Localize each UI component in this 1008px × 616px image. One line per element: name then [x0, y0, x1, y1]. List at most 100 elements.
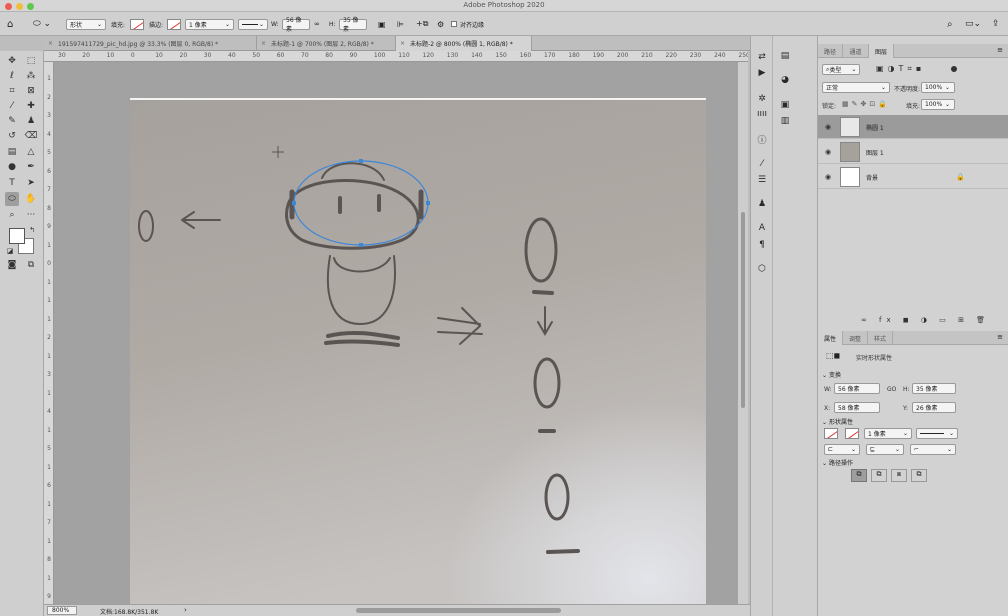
shape-width-input[interactable]: 56 像素: [834, 383, 880, 394]
zoom-tool-icon[interactable]: ⌕: [5, 208, 19, 222]
visibility-eye-icon[interactable]: ◉: [825, 148, 831, 156]
close-icon[interactable]: ×: [48, 40, 53, 47]
path-operations-icon[interactable]: ▣: [378, 17, 386, 31]
status-arrow-icon[interactable]: ›: [184, 606, 187, 614]
layer-row[interactable]: ◉ 背景 🔒: [818, 165, 1008, 189]
intersect-shapes-icon[interactable]: ⧈: [891, 469, 907, 482]
shape-fill-swatch[interactable]: [824, 428, 838, 439]
magic-wand-icon[interactable]: ⁂: [24, 69, 38, 83]
tab-document-2[interactable]: × 未标题-1 @ 700% (图层 2, RGB/8) *: [257, 36, 396, 51]
document-canvas[interactable]: [54, 62, 738, 604]
shape-stroke-swatch[interactable]: [845, 428, 859, 439]
layer-name[interactable]: 椭圆 1: [866, 123, 884, 132]
chevron-down-icon[interactable]: ⌄: [945, 101, 950, 108]
vertical-scroll-thumb[interactable]: [741, 212, 745, 408]
lasso-tool-icon[interactable]: ℓ: [5, 69, 19, 83]
adjustments-icon[interactable]: ⁄: [755, 158, 769, 170]
align-edges-toggle[interactable]: 对齐边缘: [451, 17, 484, 31]
brushes-panel-icon[interactable]: ıııı: [755, 108, 769, 120]
libraries-panel-icon[interactable]: ▣: [778, 99, 792, 111]
tab-layers[interactable]: 图层: [869, 44, 894, 58]
paragraph-panel-icon[interactable]: ¶: [755, 239, 769, 251]
canvas-area[interactable]: [54, 62, 738, 604]
path-selection-icon[interactable]: ➤: [24, 176, 38, 190]
fill-swatch[interactable]: [130, 18, 144, 30]
path-alignment-icon[interactable]: ⊫: [397, 17, 404, 31]
anchor-point-right[interactable]: [426, 201, 430, 205]
anchor-point-bottom[interactable]: [359, 243, 363, 247]
mode-select[interactable]: 形状 ⌄: [66, 18, 106, 30]
stroke-swatch[interactable]: [167, 18, 181, 30]
marquee-tool-icon[interactable]: ⬚: [24, 54, 38, 68]
stroke-caps-select[interactable]: ⊑ ⌄: [866, 444, 904, 455]
gear-icon[interactable]: ⚙: [437, 17, 444, 31]
more-tools-icon[interactable]: ···: [24, 208, 38, 222]
stroke-corners-select[interactable]: ⌐ ⌄: [910, 444, 956, 455]
subtract-shapes-icon[interactable]: ⧉: [871, 469, 887, 482]
panel-menu-icon[interactable]: ≡: [997, 46, 1003, 54]
shape-stroke-type-select[interactable]: ⌄: [916, 428, 958, 439]
eraser-icon[interactable]: ⌫: [24, 129, 38, 143]
3d-panel-icon[interactable]: ⬡: [755, 263, 769, 275]
layer-name[interactable]: 背景: [866, 173, 878, 182]
path-operations-section-header[interactable]: ⌄ 路径操作: [822, 458, 853, 467]
foreground-color-swatch[interactable]: [9, 228, 25, 244]
layer-actions-bar[interactable]: ∞ fx ◼ ◑ ▭ ⊞ 🗑: [861, 316, 990, 324]
blend-mode-select[interactable]: 正常 ⌄: [822, 82, 890, 93]
image-layer-thumbnail[interactable]: [840, 142, 860, 162]
actions-panel-icon[interactable]: ▶: [755, 67, 769, 79]
blur-tool-icon[interactable]: △: [24, 145, 38, 159]
tab-paths[interactable]: 路径: [818, 44, 843, 58]
path-arrangement-icon[interactable]: +⧉: [416, 17, 428, 31]
default-colors-icon[interactable]: ◪: [3, 244, 17, 258]
swap-colors-icon[interactable]: ↰: [25, 223, 39, 237]
horizontal-scroll-thumb[interactable]: [356, 608, 561, 613]
stroke-width-select[interactable]: 1 像素 ⌄: [185, 18, 234, 30]
home-icon[interactable]: ⌂: [7, 17, 13, 31]
history-brush-icon[interactable]: ↺: [5, 129, 19, 143]
dodge-tool-icon[interactable]: ●: [5, 160, 19, 174]
visibility-eye-icon[interactable]: ◉: [825, 173, 831, 181]
stroke-type-select[interactable]: ⌄: [238, 18, 268, 30]
shape-layer-thumbnail[interactable]: [840, 117, 860, 137]
document-size-info[interactable]: 文档:168.8K/351.8K: [100, 607, 158, 616]
link-icon[interactable]: ∞: [314, 17, 320, 31]
eyedropper-icon[interactable]: ⁄: [5, 99, 19, 113]
type-tool-icon[interactable]: T: [5, 176, 19, 190]
tab-properties[interactable]: 属性: [818, 331, 843, 345]
info-panel-icon[interactable]: ⓘ: [755, 133, 769, 146]
stamp-tool-icon[interactable]: ♟: [24, 114, 38, 128]
close-icon[interactable]: ×: [400, 40, 405, 47]
pen-tool-icon[interactable]: ✒: [24, 160, 38, 174]
chevron-down-icon[interactable]: ⌄: [945, 84, 950, 91]
anchor-point-top[interactable]: [359, 159, 363, 163]
lock-icons[interactable]: ▦✎✥⊡🔒: [842, 100, 890, 108]
layer-filter-icons[interactable]: ▣◑T⌗▪: [876, 64, 925, 74]
quick-mask-icon[interactable]: ◙: [5, 258, 19, 272]
layer-filter-select[interactable]: ⌕ 类型 ⌄: [822, 64, 861, 75]
exclude-shapes-icon[interactable]: ⧉: [911, 469, 927, 482]
filter-toggle-icon[interactable]: [951, 66, 957, 72]
combine-shapes-icon[interactable]: ⧉: [851, 469, 867, 482]
workspace-icon[interactable]: ▭⌄: [965, 17, 981, 31]
height-input[interactable]: 35 像素: [339, 17, 367, 33]
vertical-scrollbar[interactable]: [738, 62, 748, 604]
layer-row[interactable]: ◉ 图层 1: [818, 140, 1008, 164]
ellipse-tool-icon[interactable]: ⬭: [5, 192, 19, 206]
share-icon[interactable]: ⇪: [992, 17, 1000, 31]
anchor-point-left[interactable]: [292, 201, 296, 205]
stroke-align-select[interactable]: ⊏ ⌄: [824, 444, 860, 455]
tab-styles[interactable]: 样式: [868, 331, 893, 345]
background-layer-thumbnail[interactable]: [840, 167, 860, 187]
healing-brush-icon[interactable]: ✚: [24, 99, 38, 113]
learn-panel-icon[interactable]: ▥: [778, 115, 792, 127]
visibility-eye-icon[interactable]: ◉: [825, 123, 831, 131]
screen-mode-icon[interactable]: ⧉: [24, 258, 38, 272]
shape-x-input[interactable]: 58 像素: [834, 402, 880, 413]
width-input[interactable]: 56 像素: [282, 17, 310, 33]
gradient-tool-icon[interactable]: ▤: [5, 145, 19, 159]
brush-tool-icon[interactable]: ✎: [5, 114, 19, 128]
shape-y-input[interactable]: 26 像素: [912, 402, 956, 413]
swatches-panel-icon[interactable]: ◕: [778, 74, 792, 86]
panel-menu-icon[interactable]: ≡: [997, 333, 1003, 341]
